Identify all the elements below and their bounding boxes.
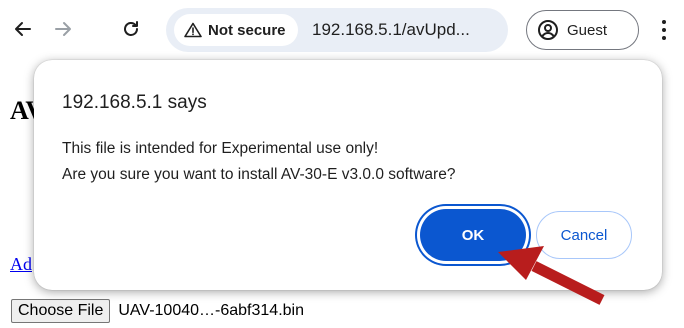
profile-button[interactable]: Guest bbox=[526, 10, 639, 50]
arrow-left-icon[interactable] bbox=[8, 14, 38, 44]
arrow-right-icon[interactable] bbox=[48, 14, 78, 44]
dialog-title: 192.168.5.1 says bbox=[62, 92, 207, 113]
url-text[interactable]: 192.168.5.1/avUpd... bbox=[312, 20, 470, 40]
dialog-message: This file is intended for Experimental u… bbox=[62, 136, 455, 188]
warning-triangle-icon bbox=[184, 22, 202, 38]
kebab-menu-icon[interactable] bbox=[652, 14, 676, 46]
dialog-message-line: Are you sure you want to install AV-30-E… bbox=[62, 166, 456, 183]
choose-file-button[interactable]: Choose File bbox=[11, 299, 111, 323]
profile-avatar-icon bbox=[538, 20, 558, 40]
reload-icon[interactable] bbox=[116, 14, 146, 44]
browser-toolbar: Not secure 192.168.5.1/avUpd... Guest bbox=[0, 0, 684, 66]
dialog-message-line: This file is intended for Experimental u… bbox=[62, 140, 379, 157]
file-input: Choose File UAV-10040…-6abf314.bin bbox=[11, 299, 304, 323]
profile-label: Guest bbox=[567, 21, 608, 39]
annotation-arrow-icon bbox=[498, 246, 605, 305]
selected-file-name: UAV-10040…-6abf314.bin bbox=[118, 302, 304, 319]
security-indicator[interactable]: Not secure bbox=[174, 14, 298, 46]
security-label: Not secure bbox=[208, 21, 286, 39]
address-bar[interactable]: Not secure 192.168.5.1/avUpd... bbox=[166, 8, 508, 52]
